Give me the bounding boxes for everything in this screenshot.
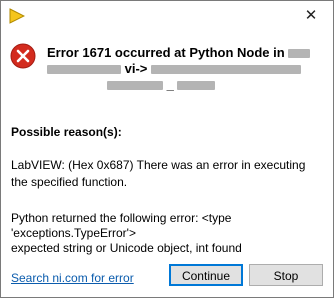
python-error-line: 'exceptions.TypeError'> xyxy=(11,226,136,240)
redacted-text xyxy=(288,49,311,59)
redacted-text xyxy=(47,65,121,75)
stop-button[interactable]: Stop xyxy=(249,264,323,286)
python-error-line: Python returned the following error: <ty… xyxy=(11,211,232,225)
labview-error-text: LabVIEW: (Hex 0x687) There was an error … xyxy=(11,158,306,189)
title-bar: ✕ xyxy=(1,1,333,31)
python-error-line: expected string or Unicode object, int f… xyxy=(11,241,242,255)
labview-icon xyxy=(9,8,25,24)
search-ni-link[interactable]: Search ni.com for error xyxy=(11,271,134,285)
error-heading: Error 1671 occurred at Python Node in vi… xyxy=(47,45,311,93)
error-dialog: ✕ Error 1671 occurred at Python Node in … xyxy=(0,0,334,298)
redacted-text xyxy=(151,65,302,75)
python-error-text: Python returned the following error: <ty… xyxy=(11,211,325,256)
redacted-text xyxy=(177,81,216,91)
close-icon[interactable]: ✕ xyxy=(301,6,321,26)
possible-reasons-heading: Possible reason(s): xyxy=(11,125,122,139)
error-title-line1: Error 1671 occurred at Python Node in xyxy=(47,45,285,60)
error-icon xyxy=(10,43,36,69)
error-title-line2: vi-> xyxy=(124,61,148,76)
redacted-text xyxy=(107,81,163,91)
error-title-line3: _ xyxy=(166,77,174,92)
continue-button[interactable]: Continue xyxy=(169,264,243,286)
